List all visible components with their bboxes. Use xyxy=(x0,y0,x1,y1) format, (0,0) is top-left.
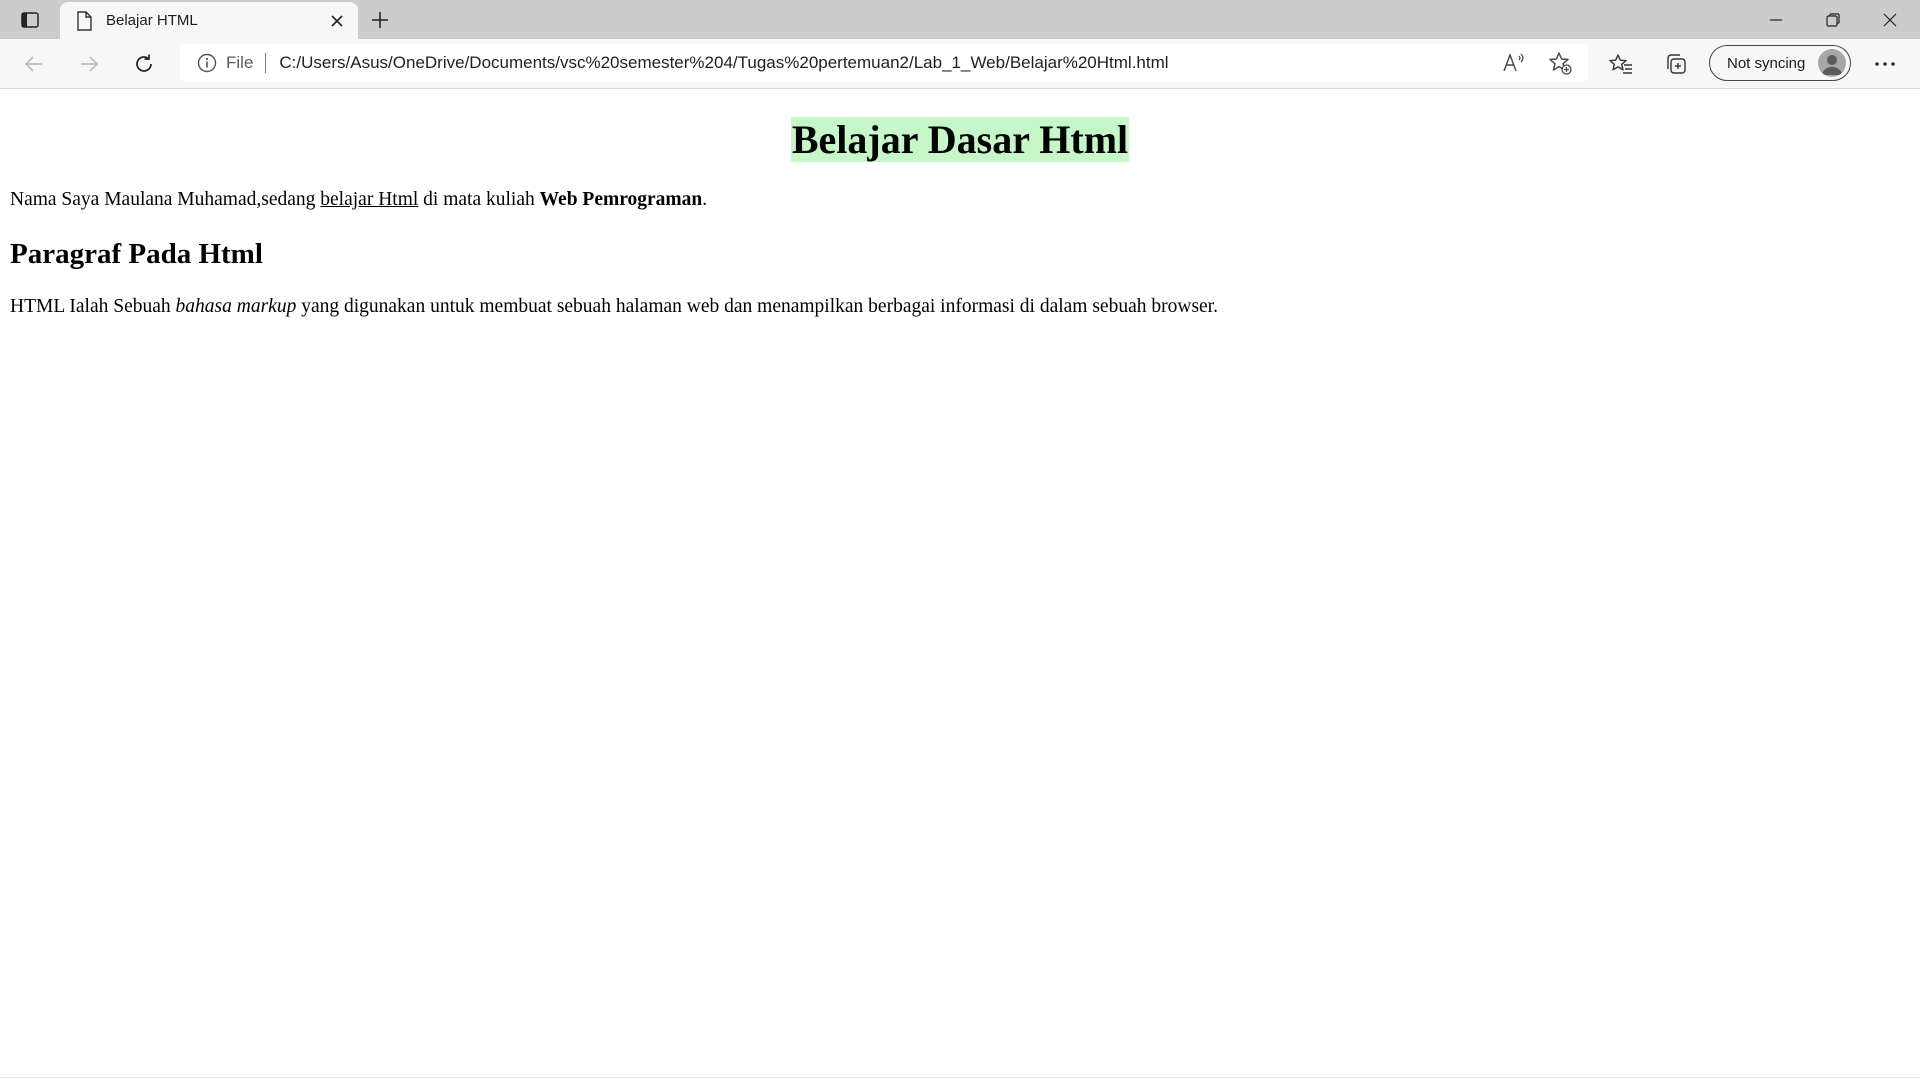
bottom-divider xyxy=(0,1077,1920,1078)
paragraph-text-after: yang digunakan untuk membuat sebuah hala… xyxy=(296,296,1218,317)
page-icon xyxy=(74,10,94,31)
more-icon[interactable] xyxy=(1867,46,1903,82)
address-scheme: File xyxy=(226,53,254,72)
refresh-icon[interactable] xyxy=(126,46,162,82)
address-separator xyxy=(265,53,267,73)
profile-sync-button[interactable]: Not syncing xyxy=(1709,45,1851,81)
close-window-icon[interactable] xyxy=(1862,0,1918,39)
minimize-icon[interactable] xyxy=(1748,0,1804,39)
toolbar: File C:/Users/Asus/OneDrive/Documents/vs… xyxy=(0,39,1920,89)
intro-underlined-text: belajar Html xyxy=(320,189,419,210)
intro-text-middle: di mata kuliah xyxy=(418,189,540,210)
page-title: Belajar Dasar Html xyxy=(0,117,1920,163)
read-aloud-icon[interactable] xyxy=(1496,45,1532,81)
address-bar[interactable]: File C:/Users/Asus/OneDrive/Documents/vs… xyxy=(180,44,1588,82)
add-favorite-icon[interactable] xyxy=(1542,45,1578,81)
restore-icon[interactable] xyxy=(1805,0,1861,39)
web-page: Belajar Dasar Html Nama Saya Maulana Muh… xyxy=(0,89,1920,1080)
tab-title: Belajar HTML xyxy=(106,12,198,29)
body-paragraph: HTML Ialah Sebuah bahasa markup yang dig… xyxy=(10,295,1218,319)
intro-bold-text: Web Pemrograman xyxy=(539,189,703,210)
highlighted-heading: Belajar Dasar Html xyxy=(790,117,1130,162)
plus-icon[interactable] xyxy=(364,4,396,36)
tab-actions-icon[interactable] xyxy=(10,4,50,36)
section-heading: Paragraf Pada Html xyxy=(10,238,263,270)
tab-strip: Belajar HTML xyxy=(0,0,1920,39)
tab-active[interactable]: Belajar HTML xyxy=(60,2,358,39)
collections-icon[interactable] xyxy=(1658,46,1694,82)
info-icon[interactable] xyxy=(196,52,218,74)
close-icon[interactable] xyxy=(322,6,352,36)
intro-paragraph: Nama Saya Maulana Muhamad,sedang belajar… xyxy=(10,188,707,212)
sync-label: Not syncing xyxy=(1727,54,1806,72)
intro-text-after: . xyxy=(702,189,708,210)
address-url[interactable]: C:/Users/Asus/OneDrive/Documents/vsc%20s… xyxy=(279,53,1496,73)
paragraph-text-before: HTML Ialah Sebuah xyxy=(10,296,176,317)
intro-text-before: Nama Saya Maulana Muhamad,sedang xyxy=(10,189,321,210)
paragraph-italic-text: bahasa markup xyxy=(175,296,297,317)
favorites-icon[interactable] xyxy=(1603,46,1639,82)
forward-arrow-icon[interactable] xyxy=(71,46,107,82)
back-arrow-icon[interactable] xyxy=(16,46,52,82)
avatar xyxy=(1818,49,1846,77)
